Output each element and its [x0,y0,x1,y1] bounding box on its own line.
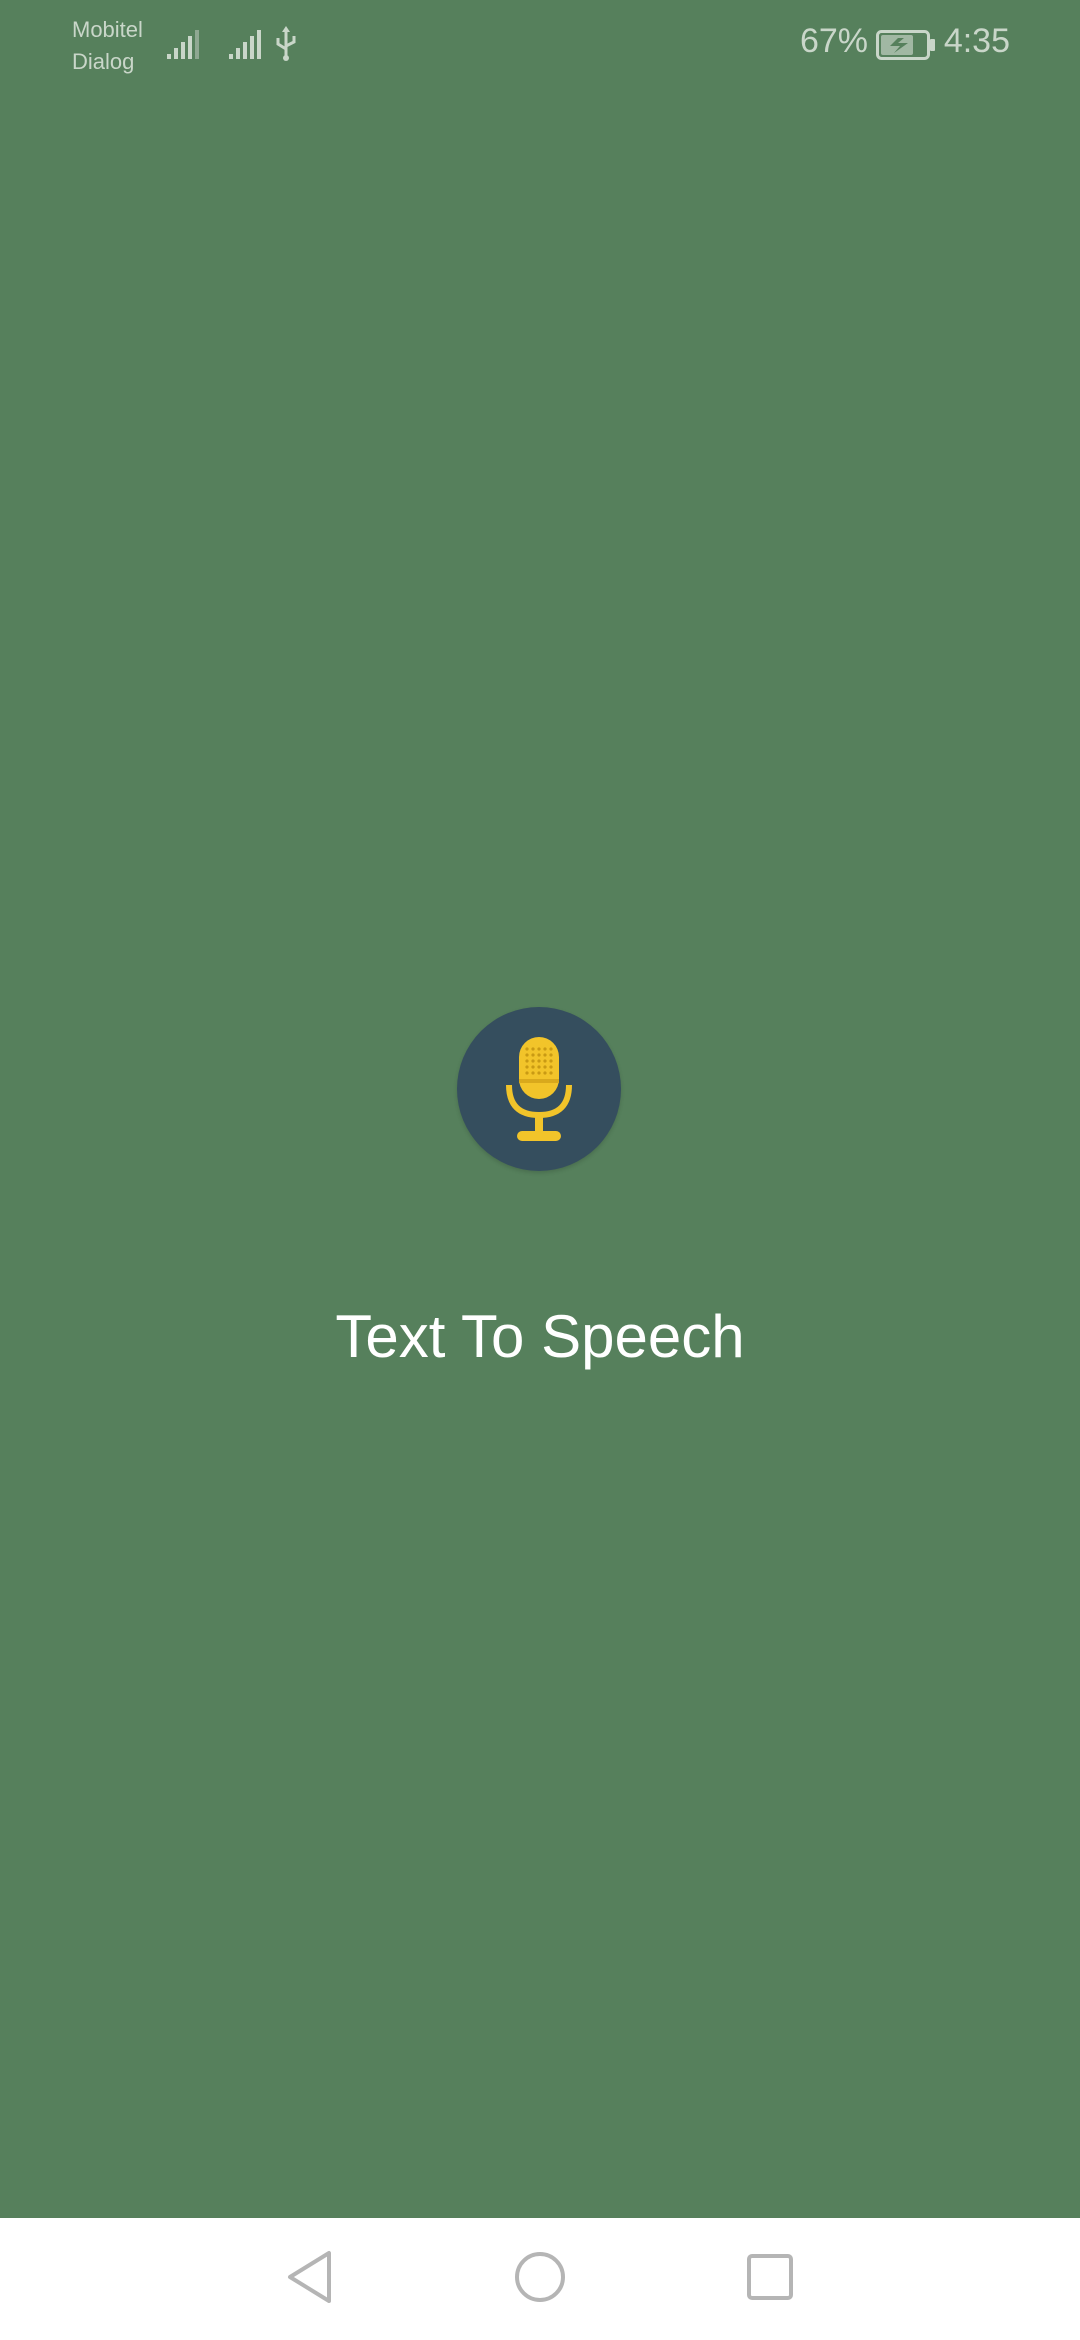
carrier-name-2: Dialog [72,49,135,74]
recent-apps-button[interactable] [735,2242,805,2312]
status-bar: Mobitel Dialog 67% 4:35 [0,0,1080,92]
usb-icon [276,26,296,61]
carrier-name-1: Mobitel [72,17,143,42]
status-time: 4:35 [943,22,1010,60]
back-button[interactable] [275,2242,345,2312]
navigation-bar [0,2218,1080,2340]
carrier-info: Mobitel Dialog [72,14,143,78]
microphone-button[interactable] [457,1007,621,1171]
signal-icon [229,30,261,59]
back-icon [288,2251,331,2303]
battery-charging-icon [876,30,935,60]
microphone-icon [506,1037,572,1141]
recent-apps-icon [747,2254,793,2300]
signal-icon [167,30,199,59]
battery-percentage: 67% [799,22,868,60]
home-icon [515,2252,565,2302]
splash-screen: Mobitel Dialog 67% 4:35 Text To Speech [0,0,1080,2340]
app-title: Text To Speech [335,1303,745,1370]
home-button[interactable] [505,2242,575,2312]
